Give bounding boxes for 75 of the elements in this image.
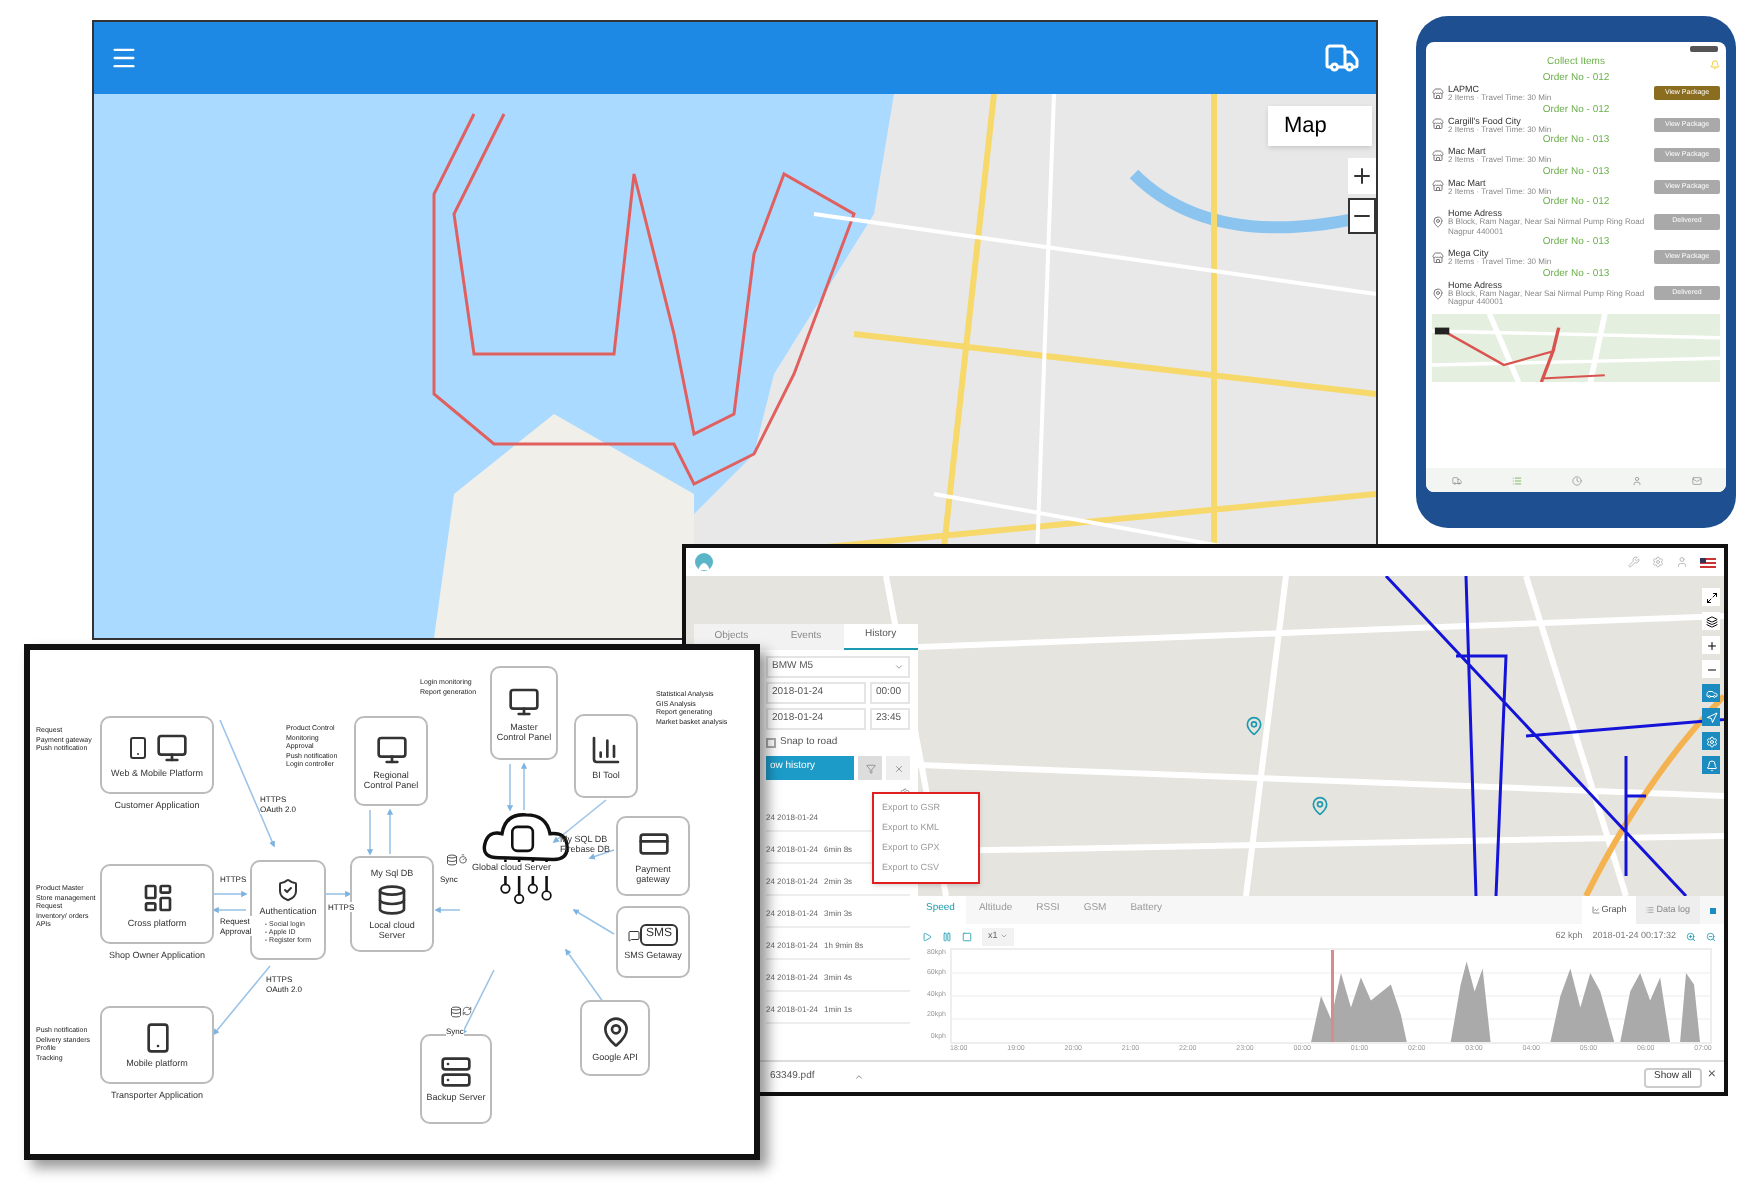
connector-arrow xyxy=(572,909,615,935)
pin-icon xyxy=(1432,287,1444,299)
connector-arrow xyxy=(212,906,247,914)
user-icon[interactable] xyxy=(1631,475,1641,485)
bell-icon[interactable] xyxy=(1710,59,1720,69)
chevron-down-icon xyxy=(894,662,904,672)
zoom-out-button[interactable] xyxy=(1348,198,1376,234)
store-icon xyxy=(1432,180,1444,193)
database-icon xyxy=(376,884,408,917)
tool-button[interactable] xyxy=(1702,732,1720,750)
monitor-icon xyxy=(375,733,407,765)
connector-arrow xyxy=(520,762,528,811)
mail-icon[interactable] xyxy=(1691,475,1701,485)
chart-icon xyxy=(590,733,622,765)
store-icon xyxy=(1432,87,1444,100)
map-icon xyxy=(599,1015,631,1047)
pin-icon xyxy=(1432,216,1444,228)
sync-icon xyxy=(462,1006,472,1016)
pause-icon[interactable] xyxy=(942,931,952,941)
list-icon[interactable] xyxy=(1511,475,1521,485)
tool-button[interactable] xyxy=(1702,708,1720,726)
connector-arrow xyxy=(386,808,394,855)
connector-arrow xyxy=(588,849,615,860)
connector-arrow xyxy=(552,799,607,843)
shield-icon xyxy=(276,877,300,901)
store-icon xyxy=(1432,149,1444,162)
play-icon[interactable] xyxy=(922,931,932,941)
connector-arrow xyxy=(325,890,352,898)
connector-arrow xyxy=(434,906,461,914)
map-pin-icon xyxy=(1310,796,1330,816)
connector-arrow xyxy=(506,763,514,812)
server-icon xyxy=(440,1056,472,1088)
database-icon xyxy=(450,1006,462,1018)
phone-icon xyxy=(141,1022,173,1054)
stop-icon[interactable] xyxy=(962,931,972,941)
map-pin-icon xyxy=(1244,716,1264,736)
store-icon xyxy=(1432,251,1444,264)
monitor-icon xyxy=(508,685,540,717)
map-type-button[interactable]: Map xyxy=(1268,106,1372,146)
clock-icon[interactable] xyxy=(1571,475,1581,485)
filter-icon xyxy=(865,763,875,773)
menu-icon[interactable] xyxy=(110,44,138,72)
zoom-in-button[interactable] xyxy=(1348,158,1376,194)
user-icon[interactable] xyxy=(1676,556,1688,568)
plus-icon xyxy=(1705,639,1717,651)
line-chart-icon xyxy=(1591,906,1600,914)
timer-icon xyxy=(458,854,468,864)
tool-button[interactable] xyxy=(1702,756,1720,774)
card-icon xyxy=(637,828,669,860)
connector-arrow xyxy=(461,969,495,1036)
database-icon xyxy=(446,854,458,866)
layers-button[interactable] xyxy=(1702,612,1720,630)
speech-bubble-icon xyxy=(627,929,640,941)
minus-icon xyxy=(1705,663,1717,675)
truck-icon[interactable] xyxy=(1324,40,1360,76)
store-icon xyxy=(1432,118,1444,131)
fullscreen-button[interactable] xyxy=(1702,588,1720,606)
caret-icon[interactable] xyxy=(854,1072,865,1082)
tool-button[interactable] xyxy=(1702,684,1720,702)
status-icons xyxy=(1690,46,1718,52)
connector-arrow xyxy=(366,809,374,856)
truck-icon[interactable] xyxy=(1451,475,1461,485)
panel-toggle-icon[interactable] xyxy=(1709,907,1715,913)
connector-arrow xyxy=(213,890,248,898)
list-icon xyxy=(1646,906,1655,914)
dashboard-icon xyxy=(141,881,173,913)
snap-checkbox[interactable] xyxy=(766,738,776,748)
plus-icon xyxy=(1350,164,1374,188)
phone-icon xyxy=(126,732,150,764)
zoom-in-icon[interactable] xyxy=(1686,931,1696,941)
zoom-out-icon[interactable] xyxy=(1706,931,1716,941)
monitor-icon xyxy=(156,732,188,764)
flag-icon[interactable] xyxy=(1700,557,1716,567)
export-button[interactable] xyxy=(858,756,882,780)
wrench-icon[interactable] xyxy=(1628,556,1640,568)
